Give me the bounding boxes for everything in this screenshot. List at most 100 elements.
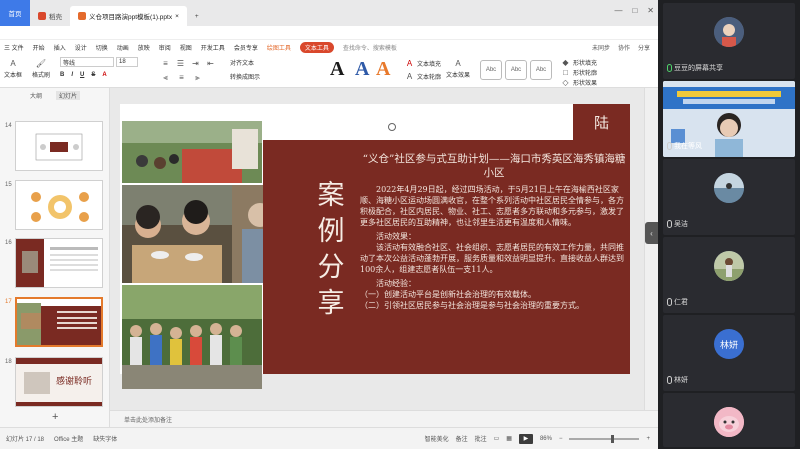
slide-thumbnail[interactable] [15, 238, 103, 288]
menu-animation[interactable]: 动画 [117, 43, 129, 52]
menu-file[interactable]: 三 文件 [4, 43, 24, 52]
menu-view[interactable]: 视图 [180, 43, 192, 52]
text-fill-button[interactable]: A 文本填充 [404, 58, 441, 69]
new-tab-button[interactable]: + [187, 6, 207, 26]
collab-button[interactable]: 协作 [618, 43, 630, 52]
participant-tile[interactable]: 林妍 林妍 [663, 315, 795, 391]
zoom-slider[interactable] [569, 434, 640, 443]
text-outline-button[interactable]: A 文本轮廓 [404, 71, 441, 82]
bullet-list-icon[interactable]: ≡ [160, 58, 171, 69]
font-color-icon[interactable]: A [102, 72, 106, 78]
missing-font-button[interactable]: 缺失字体 [93, 434, 117, 443]
participant-tile[interactable]: 吴洁 [663, 159, 795, 235]
align-group: ⫷ ≡ ⫸ [160, 72, 203, 83]
font-name-select[interactable]: 等线 [60, 57, 114, 67]
menu-drawing-tools[interactable]: 绘图工具 [267, 43, 291, 52]
tab-home[interactable]: 首页 [0, 0, 30, 26]
participant-tile-video[interactable]: 我在等风 [663, 81, 795, 157]
corner-label: 陆 [573, 104, 630, 140]
bold-button[interactable]: B [60, 72, 64, 78]
play-icon[interactable]: ▶ [518, 433, 533, 444]
normal-view-icon[interactable]: ▭ [494, 435, 500, 442]
numbered-list-icon[interactable]: ☰ [175, 58, 186, 69]
sorter-view-icon[interactable]: ▦ [506, 435, 512, 442]
menu-review[interactable]: 审阅 [159, 43, 171, 52]
rotate-handle[interactable] [388, 123, 396, 131]
strikethrough-button[interactable]: S [91, 72, 95, 78]
menu-slideshow[interactable]: 放映 [138, 43, 150, 52]
text-style-blue[interactable]: A [355, 58, 369, 81]
close-icon[interactable]: × [175, 13, 179, 20]
search-commands[interactable]: 查找命令、搜索模板 [343, 43, 397, 52]
convert-smartart-button[interactable]: 转换成图示 [230, 72, 260, 81]
zoom-out-icon[interactable]: − [559, 436, 563, 442]
slide-thumbnail[interactable] [15, 121, 103, 171]
tab-outline[interactable]: 大纲 [30, 91, 42, 100]
shape-style-3[interactable]: Abc [530, 60, 552, 80]
slide-text-box[interactable]: “义仓”社区参与式互助计划——海口市秀英区海秀镇海糖小区 2022年4月29日起… [360, 152, 628, 311]
align-text-button[interactable]: 对齐文本 [230, 58, 254, 67]
menu-home[interactable]: 开始 [33, 43, 45, 52]
collapse-arrow-icon[interactable]: ‹ [645, 222, 658, 244]
align-center-icon[interactable]: ≡ [176, 72, 187, 83]
add-slide-button[interactable]: + [52, 411, 58, 423]
participant-label: 吴洁 [667, 219, 688, 229]
beautify-button[interactable]: 智能美化 [425, 434, 449, 443]
text-style-black[interactable]: A [330, 58, 344, 81]
mic-icon [667, 64, 672, 72]
italic-button[interactable]: I [71, 72, 73, 78]
tab-slides[interactable]: 幻灯片 [56, 91, 81, 100]
vertical-title[interactable]: 案 例 分 享 [316, 178, 346, 322]
menu-insert[interactable]: 插入 [54, 43, 66, 52]
zoom-in-icon[interactable]: + [646, 436, 650, 442]
align-left-icon[interactable]: ⫷ [160, 72, 171, 83]
tab-docer[interactable]: 稻壳 [30, 6, 70, 26]
title-bar: 首页 稻壳 义仓项目路演ppt模板(1).pptx × + — □ ✕ [0, 0, 658, 26]
participant-tile[interactable]: 仁君 [663, 237, 795, 313]
menu-transition[interactable]: 切换 [96, 43, 108, 52]
title-char: 案 [317, 180, 345, 211]
slide-thumbnail[interactable] [15, 180, 103, 230]
menu-design[interactable]: 设计 [75, 43, 87, 52]
participant-name: 林妍 [674, 377, 688, 384]
experience-title: 活动经验： [376, 279, 416, 288]
zoom-value[interactable]: 86% [540, 436, 552, 442]
current-slide[interactable]: 陆 案 例 分 享 “义仓”社区参与式互助计划——海口市秀英区海秀镇海糖小区 2… [120, 104, 630, 389]
textbox-button[interactable]: A 文本框 [4, 58, 22, 79]
notes-toggle[interactable]: 备注 [456, 434, 468, 443]
shape-effect-button[interactable]: ◇ 形状效果 [560, 77, 597, 88]
tab-document[interactable]: 义仓项目路演ppt模板(1).pptx × [70, 6, 187, 26]
comments-toggle[interactable]: 批注 [475, 434, 487, 443]
sync-status[interactable]: 未同步 [592, 43, 610, 52]
text-style-orange[interactable]: A [376, 58, 390, 81]
align-right-icon[interactable]: ⫸ [192, 72, 203, 83]
shape-style-1[interactable]: Abc [480, 60, 502, 80]
tab-docer-label: 稻壳 [49, 14, 62, 21]
participant-tile[interactable]: 豆豆的屏幕共享 [663, 3, 795, 79]
vertical-scrollbar[interactable] [644, 88, 658, 410]
share-button[interactable]: 分享 [638, 43, 650, 52]
notes-pane[interactable]: 单击此处添加备注 [110, 410, 658, 427]
participant-tile[interactable] [663, 393, 795, 447]
shape-style-2[interactable]: Abc [505, 60, 527, 80]
tab-document-label: 义仓项目路演ppt模板(1).pptx [89, 14, 173, 21]
experience-item-1: （一）创建活动平台是创新社会治理的有效载体。 [360, 290, 536, 299]
text-effects-button[interactable]: A 文本效果 [446, 58, 470, 79]
text-outline-icon: A [406, 72, 413, 81]
slide-thumbnail-selected[interactable] [15, 297, 103, 347]
maximize-icon[interactable]: □ [632, 6, 637, 15]
menu-member[interactable]: 会员专享 [234, 43, 258, 52]
outdent-icon[interactable]: ⇤ [205, 58, 216, 69]
underline-button[interactable]: U [80, 72, 84, 78]
window-close-icon[interactable]: ✕ [647, 6, 654, 15]
menu-developer[interactable]: 开发工具 [201, 43, 225, 52]
indent-icon[interactable]: ⇥ [190, 58, 201, 69]
font-size-select[interactable]: 18 [116, 57, 138, 67]
format-painter-button[interactable]: 🖌 格式刷 [32, 58, 50, 79]
minimize-icon[interactable]: — [614, 6, 622, 15]
mic-icon [667, 142, 672, 150]
slide-thumbnail[interactable]: 感谢聆听 [15, 357, 103, 407]
menu-text-tools[interactable]: 文本工具 [299, 41, 334, 53]
slide-heading: “义仓”社区参与式互助计划——海口市秀英区海秀镇海糖小区 [362, 153, 626, 179]
text-fill-icon: A [406, 59, 413, 68]
